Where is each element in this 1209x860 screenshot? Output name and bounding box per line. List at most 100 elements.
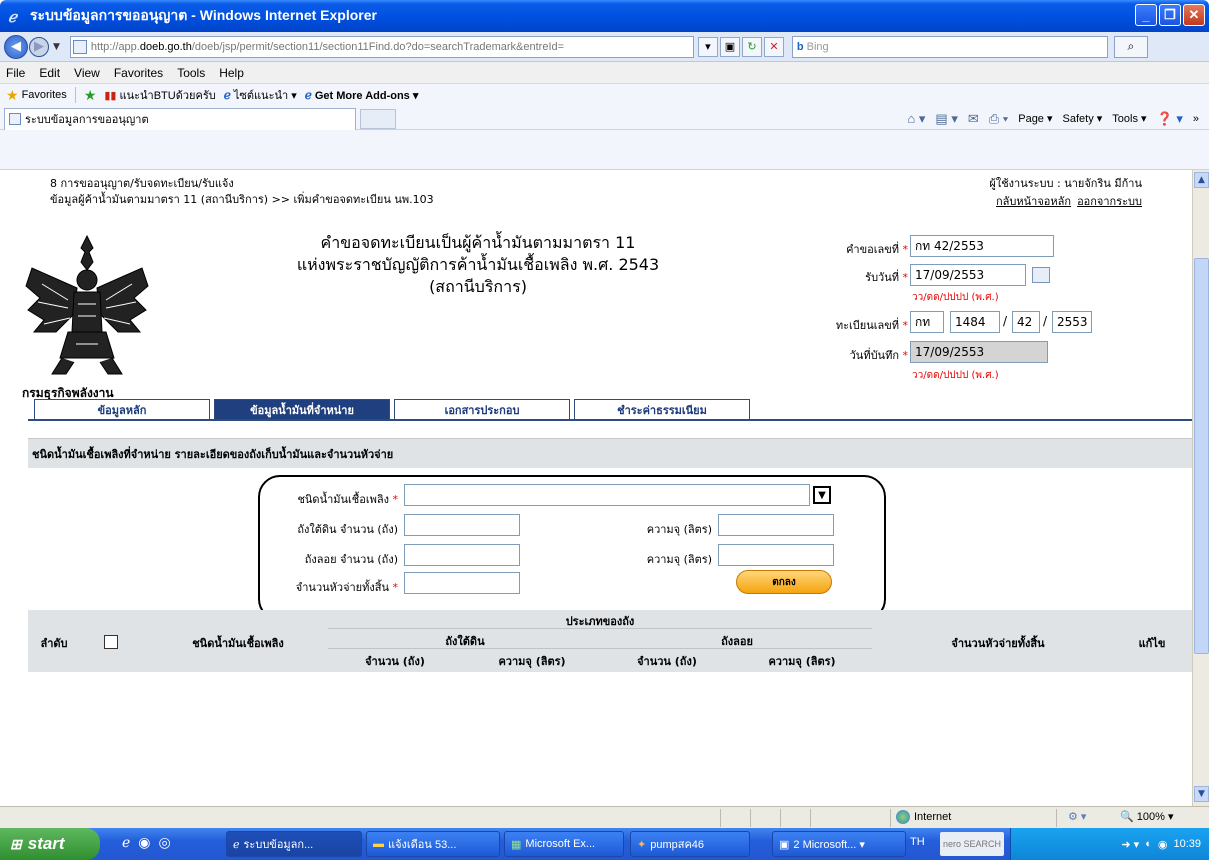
tray-arrow-icon[interactable]: ➜ ▾ <box>1121 838 1139 851</box>
history-dropdown-icon[interactable]: ▼ <box>53 42 60 52</box>
mail-icon[interactable]: ✉ <box>968 111 979 127</box>
stop-icon[interactable]: ✕ <box>763 36 784 57</box>
task-pump[interactable]: ✦ pumpสค46 <box>630 831 750 857</box>
globe-icon <box>896 810 910 824</box>
refresh-icon[interactable]: ↻ <box>741 36 762 57</box>
start-button[interactable]: ⊞ start <box>0 828 100 860</box>
minimize-button[interactable]: _ <box>1135 4 1157 26</box>
breadcrumb: ข้อมูลผู้ค้าน้ำมันตามมาตรา 11 (สถานีบริก… <box>50 193 434 206</box>
col-underground-count-header: จำนวน (ถัง) <box>365 655 425 668</box>
tab-fuel-info[interactable]: ข้อมูลน้ำมันที่จำหน่าย <box>214 399 390 419</box>
reg-number-field[interactable]: 1484 <box>950 311 1000 333</box>
close-button[interactable]: ✕ <box>1183 4 1205 26</box>
ok-button[interactable]: ตกลง <box>736 570 832 594</box>
home-icon[interactable]: ⌂ ▾ <box>907 111 925 127</box>
chevron-down-icon[interactable]: ▼ <box>813 486 831 504</box>
reg-seq-field[interactable]: 42 <box>1012 311 1040 333</box>
tray-volume-icon[interactable]: ◉ <box>1158 838 1168 851</box>
tab-underline <box>28 419 1192 421</box>
windows-logo-icon: ⊞ <box>10 835 22 852</box>
search-icon[interactable]: ⌕ <box>1113 35 1148 58</box>
home-link[interactable]: กลับหน้าจอหลัก <box>996 192 1071 210</box>
protected-mode-icon[interactable]: ⚙ ▾ <box>1068 810 1086 823</box>
search-input[interactable]: b Bing <box>791 35 1108 58</box>
task-folder[interactable]: ▬ แจ้งเดือน 53... <box>366 831 500 857</box>
favorites-bar: ★ Favorites ★ ▮▮ แนะนำBTUด้วยครับ ℯ ไซต์… <box>0 84 1209 130</box>
new-tab-button[interactable] <box>360 108 396 129</box>
date-format-hint: วว/ดด/ปปปป (พ.ศ.) <box>912 292 999 303</box>
reg-year-field[interactable]: 2553 <box>1052 311 1092 333</box>
safety-menu[interactable]: Safety ▾ <box>1063 112 1103 125</box>
floating-capacity-input[interactable] <box>718 544 834 566</box>
tray-network-icon[interactable]: ◐ <box>1145 838 1152 850</box>
ie-quicklaunch-icon[interactable]: ℯ <box>122 834 130 851</box>
floating-count-label: ถังลอย จำนวน (ถัง) <box>304 553 398 566</box>
language-indicator[interactable]: TH <box>910 836 925 848</box>
feeds-icon[interactable]: ▤ ▾ <box>935 111 957 127</box>
fav-item-btu[interactable]: ▮▮ แนะนำBTUด้วยครับ <box>104 86 215 104</box>
task-label: แจ้งเดือน 53... <box>388 839 457 851</box>
browser-quicklaunch-icon[interactable]: ◉ <box>138 834 150 851</box>
media-quicklaunch-icon[interactable]: ◎ <box>159 834 171 851</box>
underground-count-input[interactable] <box>404 514 520 536</box>
back-button[interactable]: ◀ <box>4 34 28 59</box>
task-excel[interactable]: ▦ Microsoft Ex... <box>504 831 624 857</box>
favorites-button[interactable]: ★ Favorites <box>6 87 67 104</box>
address-bar-row: ◀ ▶ ▼ http://app. doeb.go.th/doeb/jsp/per… <box>0 32 1209 62</box>
maximize-button[interactable]: ❐ <box>1159 4 1181 26</box>
fav-item-addons[interactable]: ℯ Get More Add-ons ▾ <box>305 88 419 102</box>
menu-favorites[interactable]: Favorites <box>114 66 163 80</box>
select-all-checkbox[interactable] <box>104 635 118 649</box>
menu-view[interactable]: View <box>74 66 100 80</box>
nozzles-label: จำนวนหัวจ่ายทั้งสิ้น * <box>295 581 398 594</box>
slash: / <box>1043 314 1048 328</box>
task-label: ระบบข้อมูลก... <box>243 839 314 851</box>
tab-main-info[interactable]: ข้อมูลหลัก <box>34 399 210 419</box>
scroll-up-icon[interactable]: ▲ <box>1194 172 1209 188</box>
fav-item-suggested[interactable]: ℯ ไซต์แนะนำ ▾ <box>224 86 297 104</box>
record-date-field: 17/09/2553 <box>910 341 1048 363</box>
print-icon[interactable]: ⎙ ▾ <box>989 111 1008 127</box>
page-menu[interactable]: Page ▾ <box>1018 112 1052 125</box>
address-dropdown-icon[interactable]: ▾ <box>697 36 718 57</box>
logout-link[interactable]: ออกจากระบบ <box>1077 192 1142 210</box>
zoom-level[interactable]: 🔍 100% ▾ <box>1120 810 1173 823</box>
tab-fees[interactable]: ชำระค่าธรรมเนียม <box>574 399 750 419</box>
reg-province-field[interactable]: กท <box>910 311 944 333</box>
nero-search-box[interactable]: nero SEARCH <box>940 832 1004 856</box>
divider <box>74 87 76 103</box>
underground-capacity-input[interactable] <box>718 514 834 536</box>
table-header: ลำดับ ชนิดน้ำมันเชื้อเพลิง ประเภทของถัง … <box>28 610 1192 672</box>
floating-count-input[interactable] <box>404 544 520 566</box>
menu-tools[interactable]: Tools <box>177 66 205 80</box>
menu-help[interactable]: Help <box>219 66 244 80</box>
scroll-down-icon[interactable]: ▼ <box>1194 786 1209 802</box>
fuel-type-select[interactable] <box>404 484 810 506</box>
scroll-thumb[interactable] <box>1194 258 1209 654</box>
tools-menu[interactable]: Tools ▾ <box>1112 112 1146 125</box>
receive-date-field[interactable]: 17/09/2553 <box>910 264 1026 286</box>
browser-tab[interactable]: ระบบข้อมูลการขออนุญาต <box>4 107 356 130</box>
registration-no-label: ทะเบียนเลขที่ * <box>835 319 908 332</box>
window-title: ระบบข้อมูลการขออนุญาต - Windows Internet… <box>30 7 377 23</box>
tab-documents[interactable]: เอกสารประกอบ <box>394 399 570 419</box>
chevron-more-icon[interactable]: » <box>1193 113 1199 125</box>
underground-capacity-label: ความจุ (ลิตร) <box>646 523 712 536</box>
task-word-group[interactable]: ▣ 2 Microsoft... ▾ <box>772 831 906 857</box>
nozzles-input[interactable] <box>404 572 520 594</box>
task-ie[interactable]: ℯ ระบบข้อมูลก... <box>226 831 362 857</box>
add-favorite-icon[interactable]: ★ <box>84 87 97 104</box>
address-input[interactable]: http://app. doeb.go.th/doeb/jsp/permit/se… <box>69 35 694 58</box>
underground-count-label: ถังใต้ดิน จำนวน (ถัง) <box>297 523 398 536</box>
menu-file[interactable]: File <box>6 66 25 80</box>
menu-edit[interactable]: Edit <box>39 66 60 80</box>
help-icon[interactable]: ❓ ▾ <box>1157 111 1183 127</box>
compatibility-icon[interactable]: ▣ <box>719 36 740 57</box>
forward-button[interactable]: ▶ <box>29 36 49 57</box>
security-zone[interactable]: Internet <box>896 810 951 824</box>
calendar-icon[interactable] <box>1032 267 1050 283</box>
vertical-scrollbar[interactable]: ▲ ▼ <box>1192 170 1209 806</box>
request-no-field[interactable]: กท 42/2553 <box>910 235 1054 257</box>
clock[interactable]: 10:39 <box>1173 838 1201 850</box>
section-title: ชนิดน้ำมันเชื้อเพลิงที่จำหน่าย รายละเอีย… <box>28 438 1192 468</box>
